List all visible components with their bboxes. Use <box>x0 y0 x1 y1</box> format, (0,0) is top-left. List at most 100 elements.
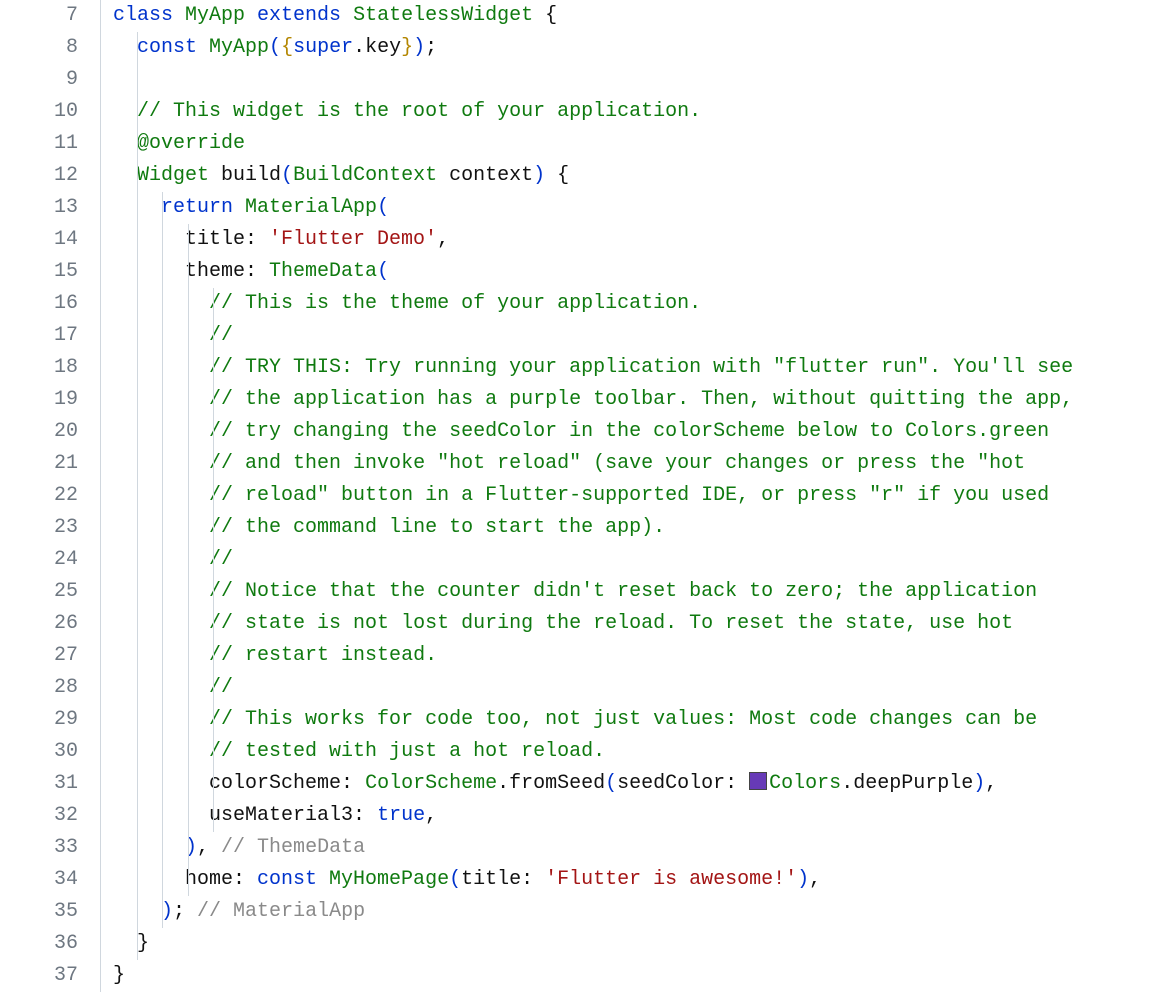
code-line[interactable]: 9 <box>0 64 1160 96</box>
code-line[interactable]: 30 // tested with just a hot reload. <box>0 736 1160 768</box>
indent-guide <box>137 608 138 640</box>
token: MyApp <box>209 36 269 59</box>
token: } <box>137 932 149 955</box>
code-line[interactable]: 26 // state is not lost during the reloa… <box>0 608 1160 640</box>
code-line[interactable]: 20 // try changing the seedColor in the … <box>0 416 1160 448</box>
indent-guide <box>162 448 163 480</box>
token: title: <box>461 868 545 891</box>
code-content[interactable]: } <box>101 928 1160 960</box>
code-content[interactable]: title: 'Flutter Demo', <box>101 224 1160 256</box>
token: ColorScheme <box>365 772 497 795</box>
code-content[interactable]: theme: ThemeData( <box>101 256 1160 288</box>
code-line[interactable]: 15 theme: ThemeData( <box>0 256 1160 288</box>
indent-guide <box>162 512 163 544</box>
code-content[interactable]: // try changing the seedColor in the col… <box>101 416 1160 448</box>
code-content[interactable]: // <box>101 544 1160 576</box>
token: ( <box>605 772 617 795</box>
code-line[interactable]: 16 // This is the theme of your applicat… <box>0 288 1160 320</box>
code-line[interactable]: 21 // and then invoke "hot reload" (save… <box>0 448 1160 480</box>
code-content[interactable]: // Notice that the counter didn't reset … <box>101 576 1160 608</box>
code-line[interactable]: 8 const MyApp({super.key}); <box>0 32 1160 64</box>
code-line[interactable]: 24 // <box>0 544 1160 576</box>
indent-guide <box>137 736 138 768</box>
code-content[interactable]: ), // ThemeData <box>101 832 1160 864</box>
indent-guide <box>188 512 189 544</box>
indent-guide <box>162 288 163 320</box>
code-content[interactable]: // This works for code too, not just val… <box>101 704 1160 736</box>
code-line[interactable]: 35 ); // MaterialApp <box>0 896 1160 928</box>
code-line[interactable]: 36 } <box>0 928 1160 960</box>
token: colorScheme: <box>209 772 365 795</box>
code-line[interactable]: 25 // Notice that the counter didn't res… <box>0 576 1160 608</box>
indent-guide <box>162 704 163 736</box>
code-line[interactable]: 32 useMaterial3: true, <box>0 800 1160 832</box>
code-editor[interactable]: 7 class MyApp extends StatelessWidget {8… <box>0 0 1160 992</box>
code-content[interactable]: // This widget is the root of your appli… <box>101 96 1160 128</box>
token: MyApp <box>185 4 257 27</box>
code-content[interactable]: home: const MyHomePage(title: 'Flutter i… <box>101 864 1160 896</box>
token: fromSeed <box>509 772 605 795</box>
token: Colors <box>769 772 841 795</box>
code-content[interactable]: // the application has a purple toolbar.… <box>101 384 1160 416</box>
code-line[interactable]: 28 // <box>0 672 1160 704</box>
code-line[interactable]: 19 // the application has a purple toolb… <box>0 384 1160 416</box>
code-line[interactable]: 17 // <box>0 320 1160 352</box>
code-content[interactable]: // <box>101 672 1160 704</box>
indent-guide <box>137 416 138 448</box>
indent-guide <box>162 480 163 512</box>
code-content[interactable]: class MyApp extends StatelessWidget { <box>101 0 1160 32</box>
code-line[interactable]: 23 // the command line to start the app)… <box>0 512 1160 544</box>
code-content[interactable]: // TRY THIS: Try running your applicatio… <box>101 352 1160 384</box>
token: const <box>257 868 329 891</box>
code-content[interactable]: // and then invoke "hot reload" (save yo… <box>101 448 1160 480</box>
token: , <box>985 772 997 795</box>
code-line[interactable]: 10 // This widget is the root of your ap… <box>0 96 1160 128</box>
code-line[interactable]: 14 title: 'Flutter Demo', <box>0 224 1160 256</box>
token: { <box>545 164 569 187</box>
code-content[interactable]: Widget build(BuildContext context) { <box>101 160 1160 192</box>
code-content[interactable]: // state is not lost during the reload. … <box>101 608 1160 640</box>
code-content[interactable]: @override <box>101 128 1160 160</box>
token: super <box>293 36 353 59</box>
code-line[interactable]: 31 colorScheme: ColorScheme.fromSeed(see… <box>0 768 1160 800</box>
code-content[interactable]: // This is the theme of your application… <box>101 288 1160 320</box>
indent-guide <box>162 224 163 256</box>
code-content[interactable]: ); // MaterialApp <box>101 896 1160 928</box>
line-number: 8 <box>0 32 100 64</box>
code-line[interactable]: 22 // reload" button in a Flutter-suppor… <box>0 480 1160 512</box>
code-line[interactable]: 12 Widget build(BuildContext context) { <box>0 160 1160 192</box>
code-line[interactable]: 11 @override <box>0 128 1160 160</box>
code-content[interactable]: // restart instead. <box>101 640 1160 672</box>
code-content[interactable]: return MaterialApp( <box>101 192 1160 224</box>
token: class <box>113 4 185 27</box>
code-line[interactable]: 7 class MyApp extends StatelessWidget { <box>0 0 1160 32</box>
code-content[interactable]: // <box>101 320 1160 352</box>
code-content[interactable]: // the command line to start the app). <box>101 512 1160 544</box>
line-number: 14 <box>0 224 100 256</box>
code-content[interactable]: const MyApp({super.key}); <box>101 32 1160 64</box>
token: , <box>425 804 437 827</box>
code-content[interactable]: useMaterial3: true, <box>101 800 1160 832</box>
code-line[interactable]: 29 // This works for code too, not just … <box>0 704 1160 736</box>
code-line[interactable]: 34 home: const MyHomePage(title: 'Flutte… <box>0 864 1160 896</box>
code-line[interactable]: 13 return MaterialApp( <box>0 192 1160 224</box>
indent-guide <box>213 480 214 512</box>
indent-guide <box>188 480 189 512</box>
token: ( <box>377 260 389 283</box>
indent-guide <box>188 288 189 320</box>
code-content[interactable]: colorScheme: ColorScheme.fromSeed(seedCo… <box>101 768 1160 800</box>
token: // the application has a purple toolbar.… <box>209 388 1073 411</box>
code-line[interactable]: 27 // restart instead. <box>0 640 1160 672</box>
indent-guide <box>213 448 214 480</box>
code-line[interactable]: 18 // TRY THIS: Try running your applica… <box>0 352 1160 384</box>
token: // MaterialApp <box>185 900 365 923</box>
code-content[interactable]: // tested with just a hot reload. <box>101 736 1160 768</box>
code-content[interactable]: } <box>101 960 1160 992</box>
code-content[interactable]: // reload" button in a Flutter-supported… <box>101 480 1160 512</box>
token: { <box>545 4 557 27</box>
code-content[interactable] <box>101 64 1160 96</box>
token: true <box>377 804 425 827</box>
code-line[interactable]: 37 } <box>0 960 1160 992</box>
indent-guide <box>137 576 138 608</box>
code-line[interactable]: 33 ), // ThemeData <box>0 832 1160 864</box>
